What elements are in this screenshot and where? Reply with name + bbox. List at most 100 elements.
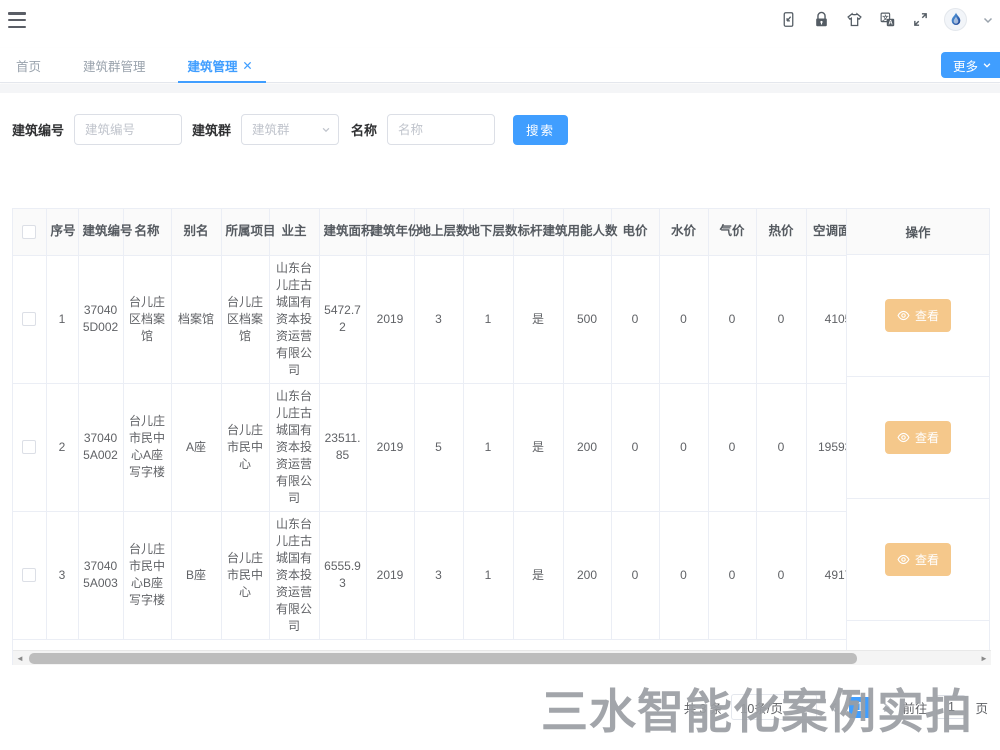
table-cell: 6555.93	[319, 511, 366, 639]
page-number-1[interactable]: 1	[849, 697, 870, 718]
tabs-bar-shadow-band	[0, 84, 1000, 93]
scrollbar-right-arrow-icon[interactable]: ►	[977, 651, 991, 666]
scrollbar-thumb[interactable]	[29, 653, 857, 664]
table-cell: 是	[513, 511, 563, 639]
column-header: 地下层数	[463, 209, 513, 255]
table-cell: 1	[46, 255, 78, 383]
chevron-down-icon	[982, 60, 992, 70]
table-cell: 5	[414, 383, 463, 511]
row-checkbox[interactable]	[22, 568, 36, 582]
chevron-down-icon[interactable]	[982, 13, 994, 25]
table-cell: 档案馆	[171, 255, 221, 383]
table-cell: 0	[611, 511, 659, 639]
table-cell: 0	[756, 511, 806, 639]
table-cell: 200	[563, 511, 611, 639]
column-header: 地上层数	[414, 209, 463, 255]
table-cell: 23511.85	[319, 383, 366, 511]
page-unit-label: 页	[975, 698, 988, 717]
building-number-input[interactable]	[74, 114, 182, 145]
search-filter-bar: 建筑编号 建筑群 名称 搜索	[12, 114, 568, 145]
goto-page-input[interactable]	[936, 695, 966, 719]
action-cell: 查看	[847, 255, 989, 377]
search-button[interactable]: 搜索	[513, 115, 568, 145]
screenshot-icon[interactable]	[779, 10, 797, 28]
hamburger-menu-icon[interactable]	[8, 12, 28, 28]
tab-building-management[interactable]: 建筑管理	[184, 48, 256, 82]
view-button[interactable]: 查看	[885, 543, 951, 576]
action-column-header: 操作	[847, 209, 989, 255]
building-group-select[interactable]	[241, 114, 339, 145]
column-header: 业主	[269, 209, 319, 255]
table-cell: 3	[414, 255, 463, 383]
table-cell: 1	[463, 255, 513, 383]
column-header: 别名	[171, 209, 221, 255]
view-button[interactable]: 查看	[885, 421, 951, 454]
table-cell: 山东台儿庄古城国有资本投资运营有限公司	[269, 511, 319, 639]
building-group-select-input[interactable]	[241, 114, 339, 145]
table-cell: 0	[708, 383, 756, 511]
scrollbar-left-arrow-icon[interactable]: ◄	[13, 651, 27, 666]
table-cell: 1	[463, 511, 513, 639]
close-icon[interactable]	[243, 61, 252, 70]
lock-icon[interactable]	[812, 10, 830, 28]
table-cell: 0	[708, 255, 756, 383]
table-cell: 山东台儿庄古城国有资本投资运营有限公司	[269, 255, 319, 383]
building-group-label: 建筑群	[192, 120, 231, 139]
column-header: 建筑年份	[366, 209, 414, 255]
column-header: 气价	[708, 209, 756, 255]
table-cell: 2019	[366, 383, 414, 511]
building-number-label: 建筑编号	[12, 120, 64, 139]
table-cell: 3	[414, 511, 463, 639]
table-cell: 2019	[366, 255, 414, 383]
building-management-page: 文 A	[0, 0, 1000, 750]
fullscreen-icon[interactable]	[911, 10, 929, 28]
tab-building-group-management[interactable]: 建筑群管理	[79, 48, 150, 82]
view-button[interactable]: 查看	[885, 299, 951, 332]
table-cell: 370405A003	[78, 511, 123, 639]
table-cell: 山东台儿庄古城国有资本投资运营有限公司	[269, 383, 319, 511]
name-input[interactable]	[387, 114, 495, 145]
pagination: 共 3 条 10条/页 1 前往 页	[684, 694, 988, 720]
table-row: 1370405D002台儿庄区档案馆档案馆台儿庄区档案馆山东台儿庄古城国有资本投…	[13, 255, 870, 383]
table-cell: 3	[46, 511, 78, 639]
more-button[interactable]: 更多	[941, 52, 1000, 78]
row-checkbox[interactable]	[22, 440, 36, 454]
table-scroll-area: 序号建筑编号名称别名所属项目业主建筑面积建筑年份地上层数地下层数标杆建筑用能人数…	[13, 209, 991, 651]
avatar[interactable]	[944, 8, 967, 31]
column-header: 水价	[659, 209, 708, 255]
table-row: 2370405A002台儿庄市民中心A座写字楼A座台儿庄市民中心山东台儿庄古城国…	[13, 383, 870, 511]
eye-icon	[897, 553, 910, 566]
eye-icon	[897, 309, 910, 322]
language-icon[interactable]: 文 A	[878, 10, 896, 28]
table-cell: 0	[611, 255, 659, 383]
table-cell: 200	[563, 383, 611, 511]
select-all-checkbox[interactable]	[22, 225, 36, 239]
action-cell: 查看	[847, 499, 989, 621]
table-cell: 2	[46, 383, 78, 511]
table-cell: 0	[659, 383, 708, 511]
svg-text:A: A	[888, 20, 893, 26]
horizontal-scrollbar[interactable]: ◄ ►	[13, 650, 991, 665]
column-header: 所属项目	[221, 209, 269, 255]
column-header: 热价	[756, 209, 806, 255]
topbar-actions: 文 A	[779, 8, 994, 31]
next-page-icon[interactable]	[879, 697, 893, 717]
table-cell: 370405D002	[78, 255, 123, 383]
tab-home[interactable]: 首页	[12, 48, 45, 82]
table-row: 3370405A003台儿庄市民中心B座写字楼B座台儿庄市民中心山东台儿庄古城国…	[13, 511, 870, 639]
column-header: 标杆建筑	[513, 209, 563, 255]
table-cell: 台儿庄区档案馆	[221, 255, 269, 383]
column-header: 用能人数	[563, 209, 611, 255]
table-cell: 500	[563, 255, 611, 383]
select-all-checkbox-cell	[13, 209, 46, 255]
row-checkbox[interactable]	[22, 312, 36, 326]
tabs-bar: 首页 建筑群管理 建筑管理	[0, 48, 1000, 83]
eye-icon	[897, 431, 910, 444]
page-size-select[interactable]: 10条/页	[731, 694, 817, 720]
table-cell: 台儿庄市民中心	[221, 511, 269, 639]
table-cell: 台儿庄市民中心A座写字楼	[123, 383, 171, 511]
table-fixed-action-column: 操作 查看查看查看	[846, 209, 989, 651]
theme-icon[interactable]	[845, 10, 863, 28]
table-cell: 0	[756, 383, 806, 511]
prev-page-icon[interactable]	[826, 697, 840, 717]
